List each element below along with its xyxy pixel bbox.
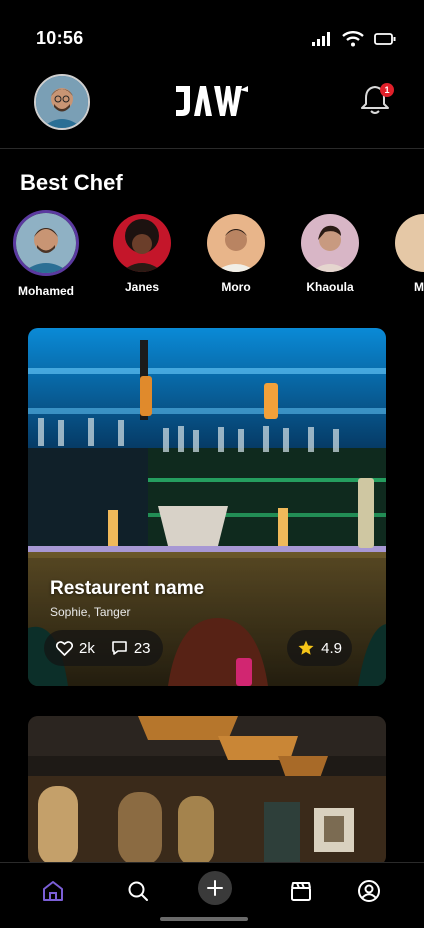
chef-avatar bbox=[395, 214, 424, 272]
home-indicator bbox=[160, 917, 248, 921]
chef-name: Mohamed bbox=[17, 284, 74, 298]
battery-icon bbox=[374, 33, 396, 45]
notification-badge: 1 bbox=[380, 83, 394, 97]
search-icon bbox=[128, 881, 148, 901]
comment-count: 23 bbox=[133, 639, 151, 657]
status-time: 10:56 bbox=[36, 28, 84, 48]
star-icon bbox=[298, 640, 314, 655]
chef-list: Mohamed Janes Moro Khaoula Mia bbox=[0, 210, 424, 302]
rating-badge: 4.9 bbox=[287, 630, 352, 666]
top-header: 1 bbox=[0, 70, 424, 149]
app-logo bbox=[176, 86, 248, 116]
nav-search[interactable] bbox=[124, 877, 152, 905]
wifi-icon bbox=[342, 31, 364, 47]
chef-item[interactable]: Moro bbox=[196, 210, 276, 294]
chef-name: Mia bbox=[413, 280, 424, 294]
app-screen: 10:56 1 Best Chef Mohamed Janes Moro Kha… bbox=[0, 0, 424, 928]
comment-button[interactable]: 23 bbox=[111, 640, 151, 657]
chef-item[interactable]: Mohamed bbox=[6, 210, 86, 298]
heart-icon bbox=[56, 640, 73, 656]
user-avatar-image bbox=[36, 76, 88, 128]
chef-item[interactable]: Mia bbox=[384, 210, 424, 294]
restaurant-photo bbox=[28, 716, 386, 866]
clapperboard-icon bbox=[291, 882, 311, 901]
add-icon bbox=[207, 880, 223, 896]
nav-add[interactable] bbox=[198, 871, 232, 905]
notifications-button[interactable]: 1 bbox=[358, 82, 394, 116]
profile-icon bbox=[358, 880, 380, 902]
restaurant-card[interactable] bbox=[28, 716, 386, 866]
restaurant-card[interactable]: Restaurent name Sophie, Tanger 2k 23 4.9 bbox=[28, 328, 386, 686]
rating-value: 4.9 bbox=[321, 639, 342, 657]
nav-home[interactable] bbox=[39, 877, 67, 905]
status-icons bbox=[312, 31, 396, 47]
chef-item[interactable]: Khaoula bbox=[290, 210, 370, 294]
like-button[interactable]: 2k bbox=[56, 640, 95, 657]
chef-name: Janes bbox=[124, 280, 160, 294]
home-icon bbox=[43, 881, 63, 901]
restaurant-name: Restaurent name bbox=[50, 578, 205, 599]
status-bar: 10:56 bbox=[0, 0, 424, 70]
section-title: Best Chef bbox=[20, 170, 123, 195]
comment-icon bbox=[112, 641, 127, 655]
nav-videos[interactable] bbox=[287, 877, 315, 905]
like-count: 2k bbox=[79, 639, 95, 657]
chef-avatar bbox=[113, 214, 171, 272]
chef-avatar bbox=[301, 214, 359, 272]
nav-profile[interactable] bbox=[355, 877, 383, 905]
engagement-stats: 2k 23 bbox=[44, 630, 163, 666]
signal-icon bbox=[312, 32, 330, 46]
chef-avatar bbox=[13, 210, 79, 276]
restaurant-location: Sophie, Tanger bbox=[50, 605, 131, 619]
chef-avatar bbox=[207, 214, 265, 272]
chef-item[interactable]: Janes bbox=[102, 210, 182, 294]
chef-name: Moro bbox=[221, 280, 251, 294]
chef-name: Khaoula bbox=[306, 280, 354, 294]
user-avatar[interactable] bbox=[34, 74, 90, 130]
